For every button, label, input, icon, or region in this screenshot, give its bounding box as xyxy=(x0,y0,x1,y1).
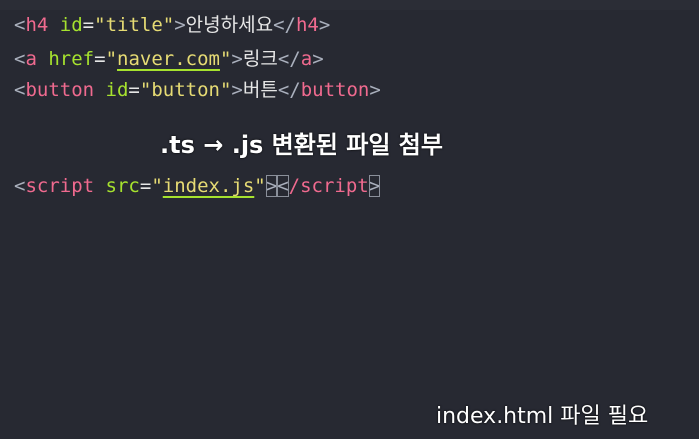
attribute-value: "title" xyxy=(94,14,175,36)
bracket-match-highlight: > xyxy=(368,175,381,197)
tag-open-bracket: < xyxy=(14,175,26,197)
attribute-value-link[interactable]: index.js xyxy=(163,175,255,197)
equals-sign: = xyxy=(139,175,152,197)
closing-tag-open: </ xyxy=(277,48,301,70)
attribute-value-link[interactable]: naver.com xyxy=(117,48,220,70)
closing-tag-close: > xyxy=(312,48,324,70)
closing-tag-open: </ xyxy=(273,14,296,36)
tag-name: button xyxy=(25,79,95,101)
closing-tag-close: > xyxy=(318,14,331,36)
code-line-2[interactable]: <a href="naver.com">링크</a> xyxy=(14,47,324,71)
equals-sign: = xyxy=(128,79,140,101)
attribute-name: id xyxy=(48,14,83,36)
caption-ts-to-js: .ts → .js 변환된 파일 첨부 xyxy=(160,131,443,159)
attribute-name: src xyxy=(94,175,140,197)
tag-open-bracket: < xyxy=(14,79,26,101)
code-line-3[interactable]: <button id="button">버튼</button> xyxy=(14,78,381,102)
element-text: 링크 xyxy=(242,48,278,70)
code-line-4[interactable]: <script src="index.js"></script> xyxy=(14,174,381,198)
attribute-value: "button" xyxy=(139,79,232,101)
attribute-name: id xyxy=(94,79,129,101)
closing-tag-open: </ xyxy=(277,79,301,101)
code-editor[interactable]: <h4 id="title">안녕하세요</h4> <a href="naver… xyxy=(0,0,699,439)
tag-close-bracket: > xyxy=(174,14,186,36)
attribute-name: href xyxy=(36,48,95,70)
closing-tag-name: h4 xyxy=(295,14,319,36)
element-text: 안녕하세요 xyxy=(185,14,274,36)
tag-close-bracket: > xyxy=(231,48,243,70)
bracket-match-highlight: > xyxy=(265,175,278,197)
caption-index-html-needed: index.html 파일 필요 xyxy=(436,404,649,429)
tag-name: script xyxy=(25,175,95,197)
closing-tag-name: button xyxy=(300,79,370,101)
code-line-1[interactable]: <h4 id="title">안녕하세요</h4> xyxy=(14,13,330,37)
closing-tag-close: > xyxy=(369,79,381,101)
quote-close: " xyxy=(219,48,232,70)
tag-name: h4 xyxy=(25,14,49,36)
quote-open: " xyxy=(105,48,118,70)
tag-close-bracket: > xyxy=(231,79,243,101)
quote-close: " xyxy=(254,175,266,197)
tag-open-bracket: < xyxy=(14,14,26,36)
closing-tag-name: /script xyxy=(288,175,369,197)
element-text: 버튼 xyxy=(242,79,278,101)
equals-sign: = xyxy=(94,48,106,70)
closing-tag-name: a xyxy=(300,48,313,70)
equals-sign: = xyxy=(82,14,95,36)
tag-open-bracket: < xyxy=(14,48,26,70)
quote-open: " xyxy=(151,175,163,197)
bracket-match-highlight: < xyxy=(277,175,289,197)
tag-name: a xyxy=(25,48,37,70)
editor-top-band xyxy=(0,0,699,10)
